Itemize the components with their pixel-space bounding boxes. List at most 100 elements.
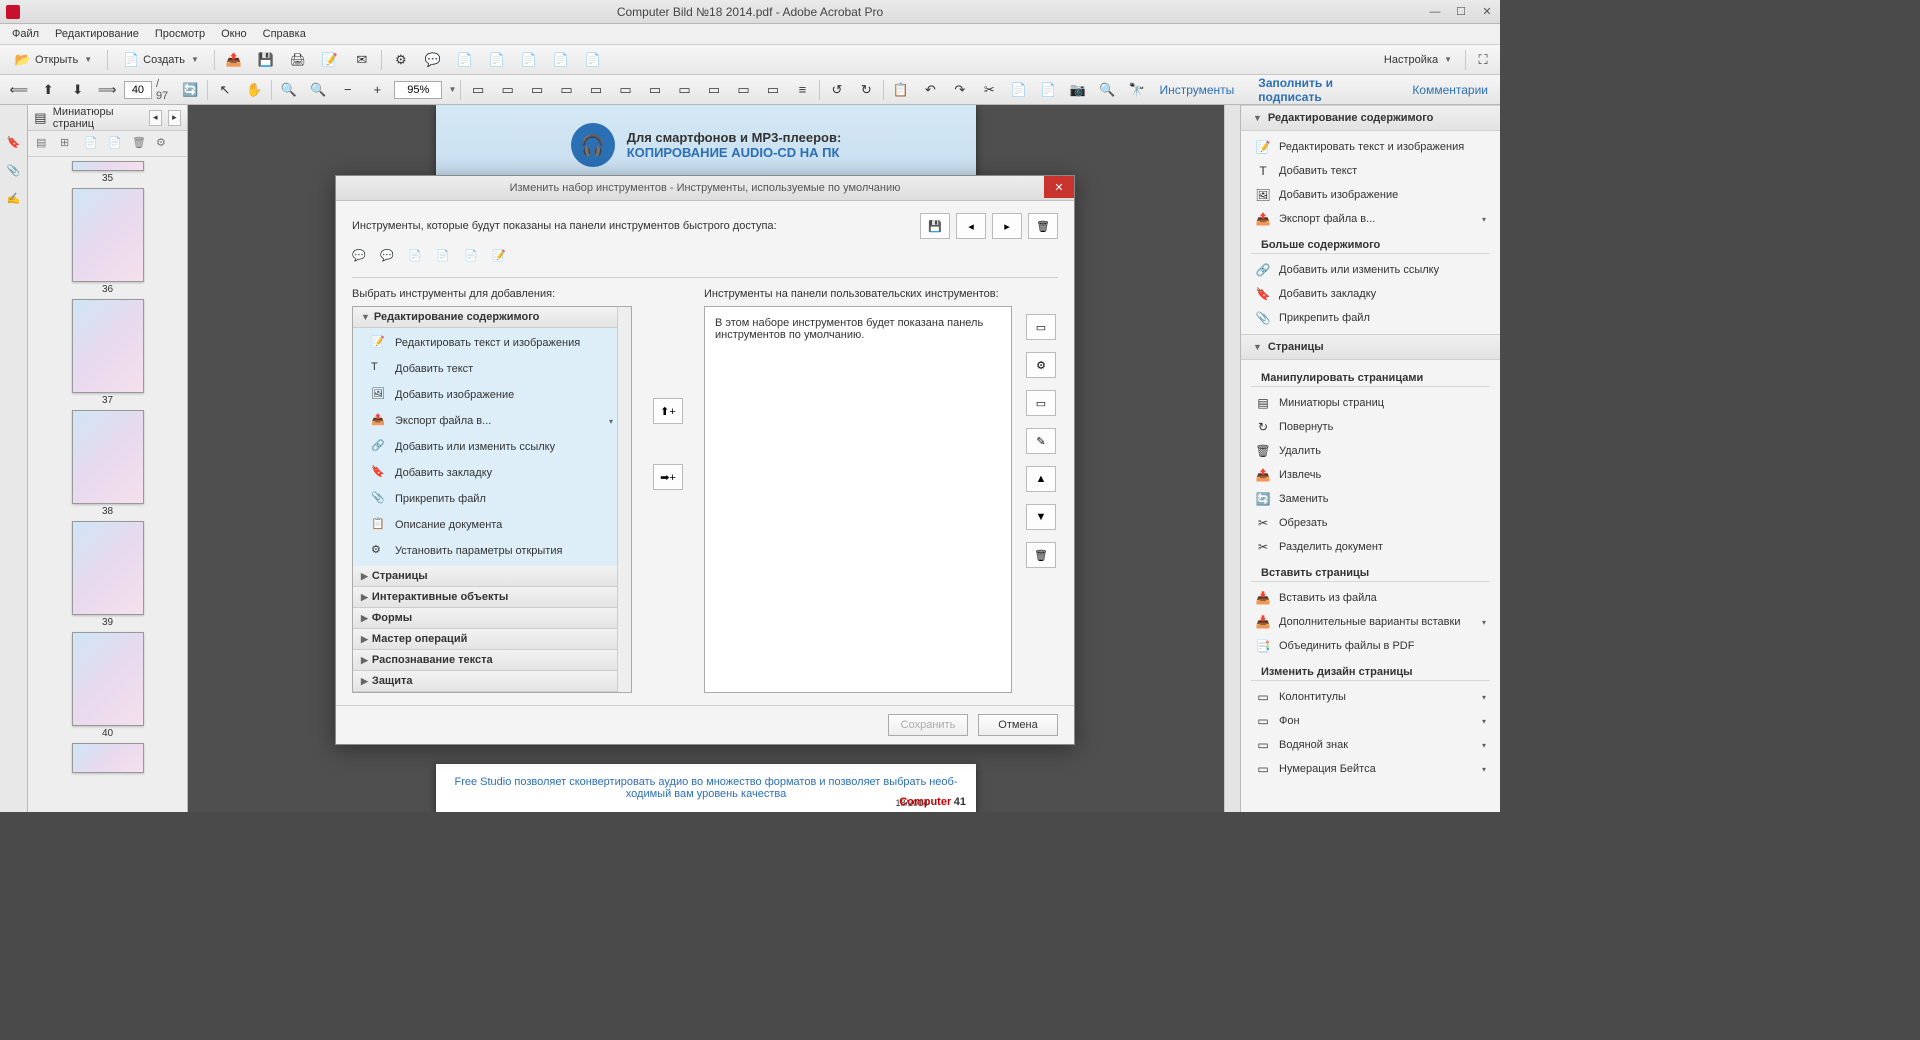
tool-item[interactable]: 🔄Заменить (1241, 487, 1500, 511)
menu-edit[interactable]: Редактирование (47, 26, 147, 42)
zoom-marquee[interactable]: 🔍 (276, 79, 301, 101)
tree-item[interactable]: ⚙Установить параметры открытия (353, 538, 631, 564)
q-doc3-icon[interactable]: 📄 (464, 249, 484, 269)
tree-scrollbar[interactable] (617, 307, 631, 692)
view-1[interactable]: ▭ (465, 79, 490, 101)
far-btn-4[interactable]: ✎ (1026, 428, 1056, 454)
rotate-cw[interactable]: ↻ (854, 79, 879, 101)
tree-item[interactable]: 🔖Добавить закладку (353, 460, 631, 486)
view-7[interactable]: ▭ (642, 79, 667, 101)
last-page-button[interactable]: ⟹ (94, 79, 119, 101)
thumb-tool-2[interactable]: ⊞ (60, 136, 76, 152)
maximize-button[interactable]: ☐ (1448, 2, 1474, 22)
section-pages[interactable]: ▼Страницы (1241, 334, 1500, 360)
add-right-button[interactable]: ➡+ (653, 464, 683, 490)
create-button[interactable]: 📄Создать▼ (114, 49, 208, 71)
thumbnail[interactable]: 39 (71, 521, 145, 628)
zoom-dynamic[interactable]: 🔍 (306, 79, 331, 101)
view-11[interactable]: ▭ (760, 79, 785, 101)
clip-1[interactable]: 📋 (888, 79, 913, 101)
clip-3[interactable]: ↷ (947, 79, 972, 101)
thumbnail[interactable]: 40 (71, 632, 145, 739)
tool-item[interactable]: TДобавить текст (1241, 159, 1500, 183)
view-6[interactable]: ▭ (613, 79, 638, 101)
category-protection[interactable]: ▶Защита (353, 671, 631, 692)
menu-help[interactable]: Справка (255, 26, 314, 42)
tree-item[interactable]: 🖼Добавить изображение (353, 382, 631, 408)
thumbnail[interactable]: 38 (71, 410, 145, 517)
first-page-button[interactable]: ⟸ (6, 79, 31, 101)
q-doc2-icon[interactable]: 📄 (436, 249, 456, 269)
select-tool[interactable]: ✋ (242, 79, 267, 101)
tool-item[interactable]: 📤Извлечь (1241, 463, 1500, 487)
tool-b[interactable]: 📄 (484, 49, 510, 71)
category-ocr[interactable]: ▶Распознавание текста (353, 650, 631, 671)
view-4[interactable]: ▭ (554, 79, 579, 101)
gear-button[interactable]: ⚙ (388, 49, 414, 71)
tree-item[interactable]: 📎Прикрепить файл (353, 486, 631, 512)
attachment-rail-icon[interactable]: 📎 (5, 161, 23, 179)
q-comment-icon[interactable]: 💬 (352, 249, 372, 269)
binoc-button[interactable]: 🔭 (1124, 79, 1149, 101)
toolset-save-button[interactable]: 💾 (920, 213, 950, 239)
print-button[interactable]: 🖨 (285, 49, 311, 71)
tool-item[interactable]: 📥Вставить из файла (1241, 586, 1500, 610)
category-pages[interactable]: ▶Страницы (353, 566, 631, 587)
q-doc-icon[interactable]: 📄 (408, 249, 428, 269)
open-button[interactable]: 📂Открыть▼ (6, 49, 101, 71)
tool-item[interactable]: 📤Экспорт файла в...▾ (1241, 207, 1500, 231)
tree-item[interactable]: 📤Экспорт файла в...▾ (353, 408, 631, 434)
bookmark-rail-icon[interactable]: 🔖 (5, 133, 23, 151)
mail-button[interactable]: ✉ (349, 49, 375, 71)
tool-item[interactable]: ▭Нумерация Бейтса▾ (1241, 757, 1500, 781)
menu-window[interactable]: Окно (213, 26, 255, 42)
tool-item[interactable]: ▭Фон▾ (1241, 709, 1500, 733)
tab-fill-sign[interactable]: Заполнить и подписать (1252, 72, 1394, 108)
tree-item[interactable]: TДобавить текст (353, 356, 631, 382)
hand-tool[interactable]: ↖ (212, 79, 237, 101)
far-btn-3[interactable]: ▭ (1026, 390, 1056, 416)
tool-item[interactable]: ▭Колонтитулы▾ (1241, 685, 1500, 709)
toolset-prev-button[interactable]: ◂ (956, 213, 986, 239)
view-10[interactable]: ▭ (731, 79, 756, 101)
tool-item[interactable]: 🗑Удалить (1241, 439, 1500, 463)
dialog-cancel-button[interactable]: Отмена (978, 714, 1058, 736)
next-page-button[interactable]: ⬇ (65, 79, 90, 101)
tool-item[interactable]: ↻Повернуть (1241, 415, 1500, 439)
tool-item[interactable]: 🖼Добавить изображение (1241, 183, 1500, 207)
view-5[interactable]: ▭ (583, 79, 608, 101)
move-up-button[interactable]: ▲ (1026, 466, 1056, 492)
tab-comments[interactable]: Комментарии (1406, 79, 1494, 101)
tab-tools[interactable]: Инструменты (1153, 79, 1240, 101)
move-down-button[interactable]: ▼ (1026, 504, 1056, 530)
tool-d[interactable]: 📄 (548, 49, 574, 71)
tree-item[interactable]: 📝Редактировать текст и изображения (353, 330, 631, 356)
tree-item[interactable]: 🔗Добавить или изменить ссылку (353, 434, 631, 460)
doc-scrollbar[interactable] (1224, 105, 1240, 812)
tool-item[interactable]: ✂Обрезать (1241, 511, 1500, 535)
tool-item[interactable]: 🔗Добавить или изменить ссылку (1241, 258, 1500, 282)
zoom-value[interactable]: 95% (394, 81, 442, 99)
thumbs-prev[interactable]: ◂ (149, 110, 162, 126)
thumbnail[interactable]: 37 (71, 299, 145, 406)
tool-item[interactable]: 🔖Добавить закладку (1241, 282, 1500, 306)
dialog-save-button[interactable]: Сохранить (888, 714, 968, 736)
refresh-button[interactable]: 🔄 (178, 79, 203, 101)
view-12[interactable]: ≡ (790, 79, 815, 101)
tool-item[interactable]: 📎Прикрепить файл (1241, 306, 1500, 330)
q-highlight-icon[interactable]: 💬 (380, 249, 400, 269)
zoom-out[interactable]: − (335, 79, 360, 101)
clip-2[interactable]: ↶ (918, 79, 943, 101)
close-button[interactable]: ✕ (1474, 2, 1500, 22)
tool-e[interactable]: 📄 (580, 49, 606, 71)
tool-item[interactable]: 📝Редактировать текст и изображения (1241, 135, 1500, 159)
menu-file[interactable]: Файл (4, 26, 47, 42)
toolset-next-button[interactable]: ▸ (992, 213, 1022, 239)
page-input[interactable] (124, 81, 152, 99)
tool-item[interactable]: 📑Объединить файлы в PDF (1241, 634, 1500, 658)
category-content-editing[interactable]: ▼Редактирование содержимого (353, 307, 631, 328)
add-up-button[interactable]: ⬆+ (653, 398, 683, 424)
fullscreen-button[interactable]: ⛶ (1470, 49, 1496, 71)
thumb-tool-6[interactable]: ⚙ (156, 136, 172, 152)
clip-7[interactable]: 📷 (1065, 79, 1090, 101)
